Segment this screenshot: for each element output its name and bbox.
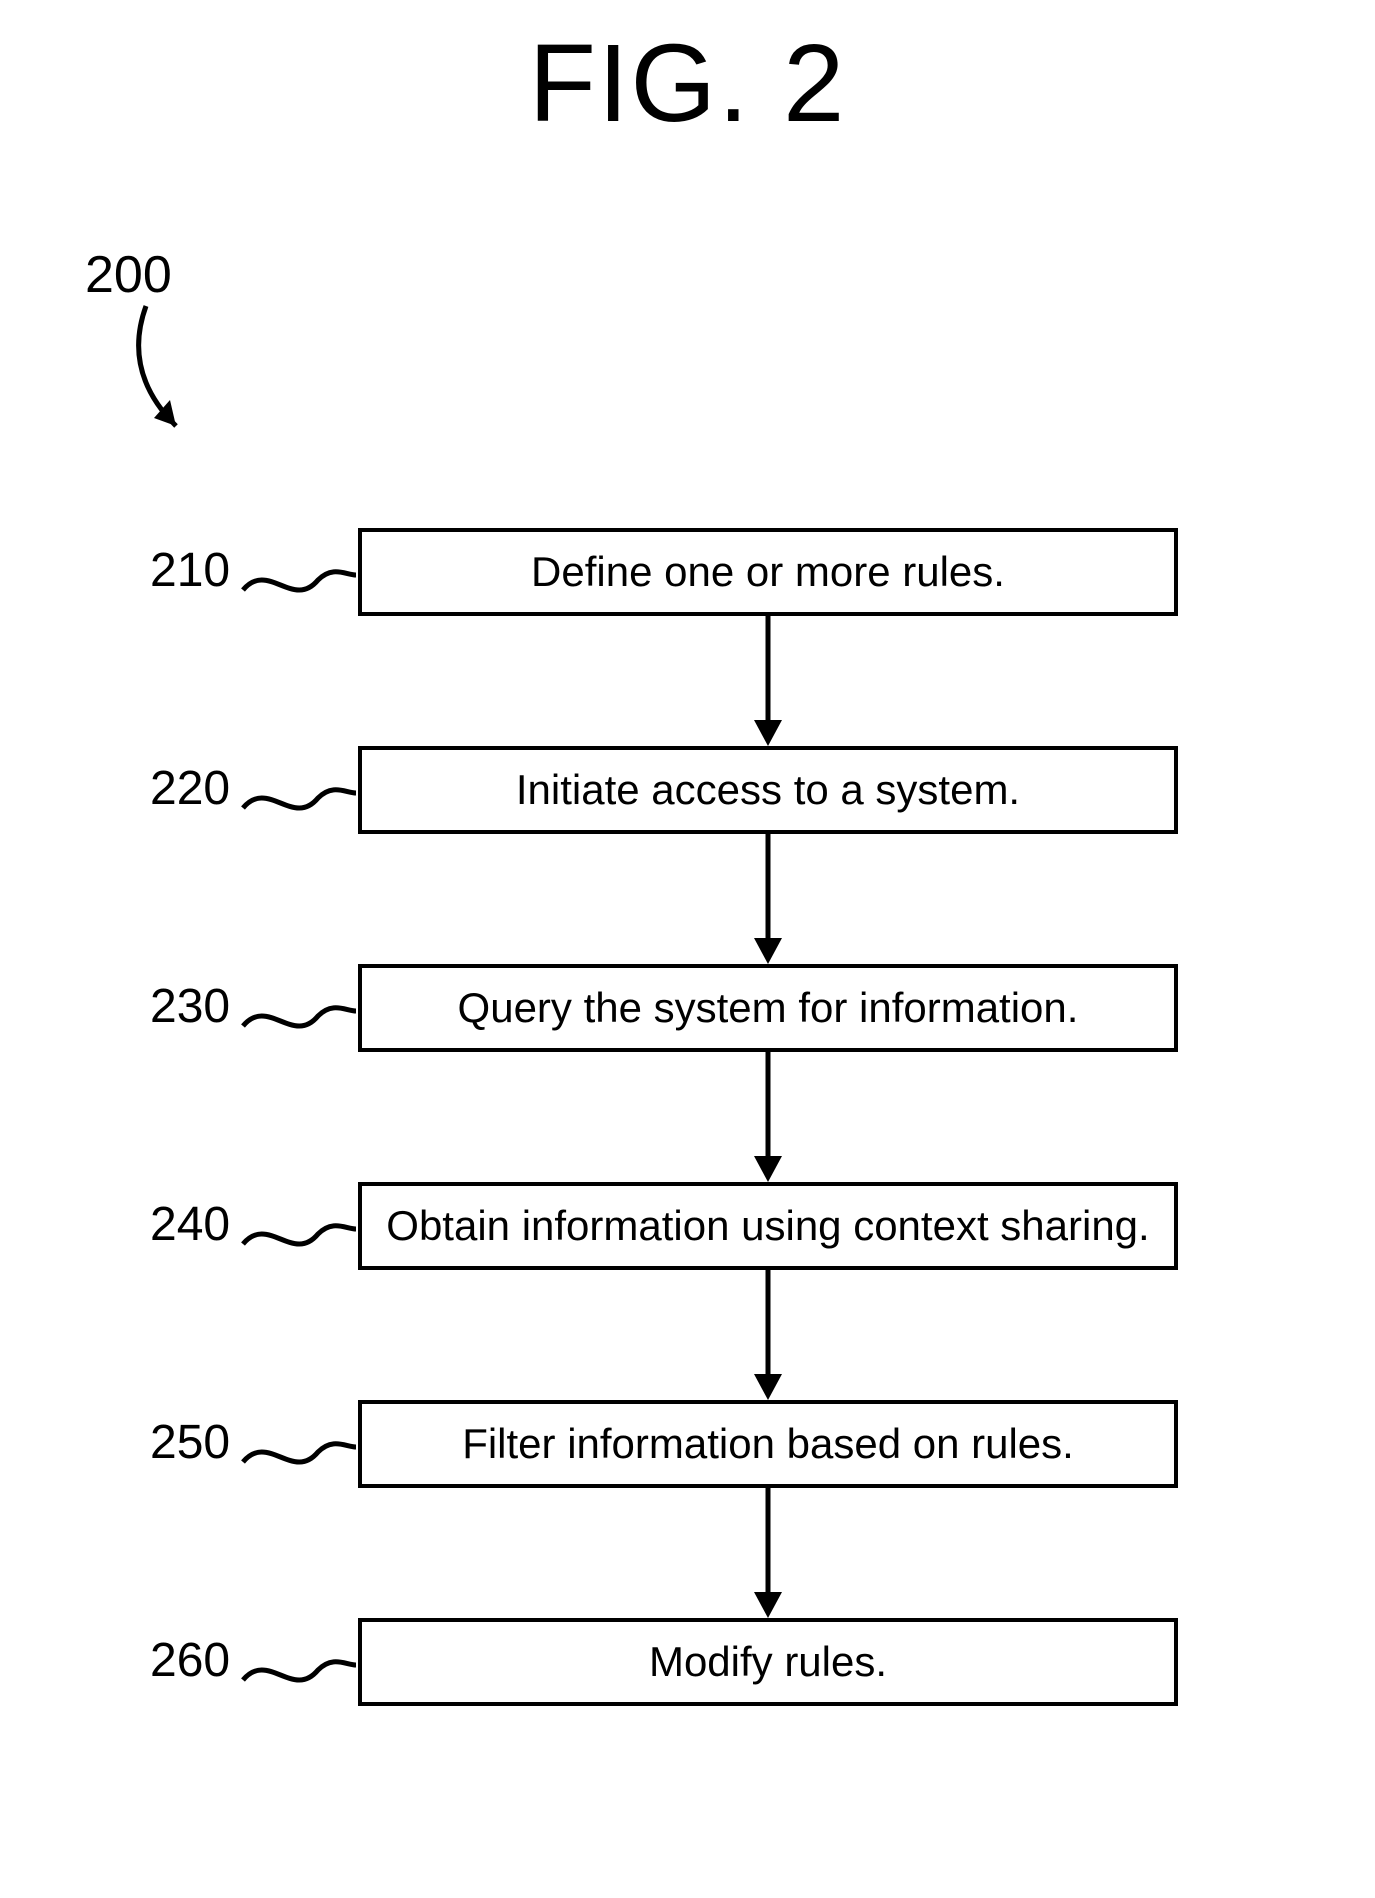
step-ref-210: 210 [150, 543, 230, 598]
overall-reference-arrow-icon [110, 300, 230, 460]
step-squiggle-icon [238, 1209, 358, 1259]
step-squiggle-icon [238, 991, 358, 1041]
step-ref-250: 250 [150, 1415, 230, 1470]
step-box-230: Query the system for information. [358, 964, 1178, 1052]
step-label: Query the system for information. [458, 985, 1079, 1031]
overall-reference-number: 200 [85, 245, 172, 305]
step-ref-240: 240 [150, 1197, 230, 1252]
step-ref-220: 220 [150, 761, 230, 816]
step-box-210: Define one or more rules. [358, 528, 1178, 616]
step-label: Modify rules. [649, 1639, 887, 1685]
step-squiggle-icon [238, 555, 358, 605]
step-ref-230: 230 [150, 979, 230, 1034]
arrow-down-icon [752, 834, 784, 964]
step-box-220: Initiate access to a system. [358, 746, 1178, 834]
arrow-down-icon [752, 1488, 784, 1618]
arrow-down-icon [752, 1270, 784, 1400]
step-squiggle-icon [238, 773, 358, 823]
step-ref-260: 260 [150, 1633, 230, 1688]
step-box-250: Filter information based on rules. [358, 1400, 1178, 1488]
step-squiggle-icon [238, 1645, 358, 1695]
step-box-240: Obtain information using context sharing… [358, 1182, 1178, 1270]
diagram-page: FIG. 2 200 210 Define one or more rules.… [0, 0, 1375, 1898]
arrow-down-icon [752, 616, 784, 746]
step-label: Filter information based on rules. [462, 1421, 1074, 1467]
step-label: Obtain information using context sharing… [386, 1203, 1149, 1249]
step-label: Initiate access to a system. [516, 767, 1020, 813]
step-box-260: Modify rules. [358, 1618, 1178, 1706]
figure-title: FIG. 2 [0, 20, 1375, 147]
step-label: Define one or more rules. [531, 549, 1005, 595]
arrow-down-icon [752, 1052, 784, 1182]
step-squiggle-icon [238, 1427, 358, 1477]
